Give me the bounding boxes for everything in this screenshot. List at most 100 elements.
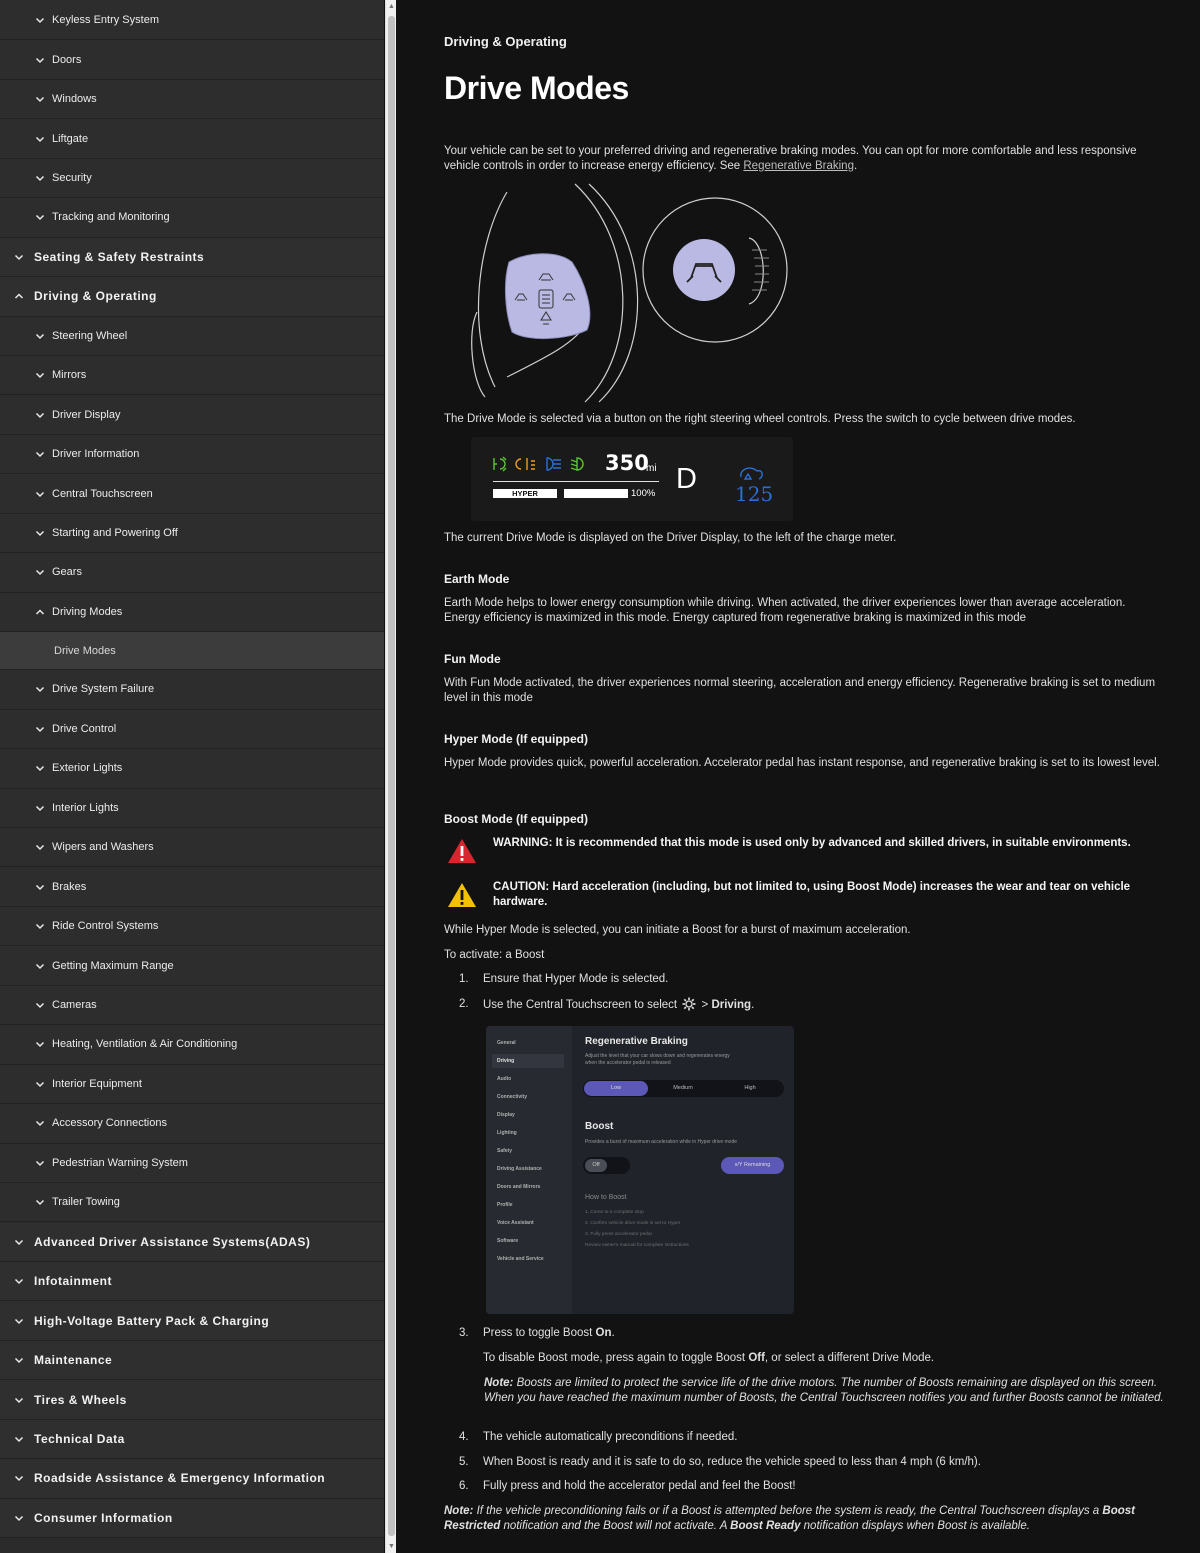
ts-menu-item-safety[interactable]: Safety	[497, 1148, 512, 1154]
chevron-down-icon[interactable]	[35, 1000, 45, 1010]
ts-menu-item-connectivity[interactable]: Connectivity	[497, 1094, 527, 1100]
sidebar-item-interior-lights[interactable]: Interior Lights	[0, 788, 384, 828]
chevron-down-icon[interactable]	[35, 15, 45, 25]
ts-menu-item-display[interactable]: Display	[497, 1112, 515, 1118]
scroll-up-icon[interactable]: ▲	[388, 3, 395, 10]
sidebar-item-pedestrian-warning-system[interactable]: Pedestrian Warning System	[0, 1143, 384, 1184]
sidebar-item-driving-operating[interactable]: Driving & Operating	[0, 277, 384, 317]
chevron-up-icon[interactable]	[35, 607, 45, 617]
sidebar-item-security[interactable]: Security	[0, 158, 384, 199]
sidebar-item-mirrors[interactable]: Mirrors	[0, 356, 384, 396]
ts-menu-item-audio[interactable]: Audio	[497, 1076, 511, 1082]
ts-boost-toggle[interactable]: Off	[583, 1157, 630, 1174]
chevron-down-icon[interactable]	[35, 212, 45, 222]
chevron-down-icon[interactable]	[35, 449, 45, 459]
sidebar-item-consumer-information[interactable]: Consumer Information	[0, 1498, 384, 1539]
chevron-up-icon[interactable]	[14, 291, 24, 301]
sidebar-item-windows[interactable]: Windows	[0, 79, 384, 120]
sidebar-item-trailer-towing[interactable]: Trailer Towing	[0, 1183, 384, 1223]
chevron-down-icon[interactable]	[14, 252, 24, 262]
chevron-down-icon[interactable]	[35, 567, 45, 577]
chevron-down-icon[interactable]	[35, 1197, 45, 1207]
ts-menu-item-vehicle-and-service[interactable]: Vehicle and Service	[497, 1256, 544, 1262]
sidebar-item-accessory-connections[interactable]: Accessory Connections	[0, 1104, 384, 1144]
sidebar-item-tracking-and-monitoring[interactable]: Tracking and Monitoring	[0, 198, 384, 238]
sidebar-item-central-touchscreen[interactable]: Central Touchscreen	[0, 474, 384, 514]
chevron-down-icon[interactable]	[35, 684, 45, 694]
ts-regen-option-high[interactable]: High	[718, 1085, 782, 1091]
chevron-down-icon[interactable]	[14, 1237, 24, 1247]
sidebar-item-infotainment[interactable]: Infotainment	[0, 1262, 384, 1302]
chevron-down-icon[interactable]	[35, 55, 45, 65]
scroll-down-icon[interactable]: ▼	[388, 1543, 395, 1550]
sidebar-item-roadside-assistance-emergency-information[interactable]: Roadside Assistance & Emergency Informat…	[0, 1459, 384, 1499]
sidebar-item-liftgate[interactable]: Liftgate	[0, 119, 384, 159]
sidebar-item-drive-control[interactable]: Drive Control	[0, 709, 384, 750]
breadcrumb[interactable]: Driving & Operating	[444, 34, 567, 49]
ts-menu-item-general[interactable]: General	[497, 1040, 516, 1046]
ts-menu-item-doors-and-mirrors[interactable]: Doors and Mirrors	[497, 1184, 540, 1190]
sidebar-item-starting-and-powering-off[interactable]: Starting and Powering Off	[0, 513, 384, 554]
chevron-down-icon[interactable]	[35, 803, 45, 813]
chevron-down-icon[interactable]	[35, 489, 45, 499]
chevron-down-icon[interactable]	[35, 331, 45, 341]
sidebar-item-doors[interactable]: Doors	[0, 40, 384, 80]
sidebar-item-high-voltage-battery-pack-charging[interactable]: High-Voltage Battery Pack & Charging	[0, 1301, 384, 1341]
chevron-down-icon[interactable]	[35, 1079, 45, 1089]
sidebar-scrollbar[interactable]: ▲ ▼	[385, 0, 396, 1553]
sidebar-item-ride-control-systems[interactable]: Ride Control Systems	[0, 906, 384, 947]
sidebar-item-driver-information[interactable]: Driver Information	[0, 434, 384, 475]
sidebar-item-wipers-and-washers[interactable]: Wipers and Washers	[0, 828, 384, 868]
ts-regen-segmented[interactable]: Low Medium High	[583, 1080, 784, 1097]
ts-menu-item-software[interactable]: Software	[497, 1238, 518, 1244]
sidebar-item-tires-wheels[interactable]: Tires & Wheels	[0, 1380, 384, 1420]
chevron-down-icon[interactable]	[14, 1513, 24, 1523]
regenerative-braking-link[interactable]: Regenerative Braking	[743, 160, 854, 172]
chevron-down-icon[interactable]	[35, 134, 45, 144]
sidebar-item-seating-safety-restraints[interactable]: Seating & Safety Restraints	[0, 237, 384, 278]
sidebar-item-keyless-entry-system[interactable]: Keyless Entry System	[0, 1, 384, 41]
chevron-down-icon[interactable]	[35, 763, 45, 773]
chevron-down-icon[interactable]	[35, 724, 45, 734]
chevron-down-icon[interactable]	[35, 370, 45, 380]
sidebar-item-driver-display[interactable]: Driver Display	[0, 395, 384, 435]
ts-menu-item-driving[interactable]: Driving	[492, 1054, 564, 1068]
chevron-down-icon[interactable]	[35, 410, 45, 420]
chevron-down-icon[interactable]	[35, 842, 45, 852]
chevron-down-icon[interactable]	[14, 1395, 24, 1405]
chevron-down-icon[interactable]	[14, 1355, 24, 1365]
sidebar-item-heating-ventilation-air-conditioning[interactable]: Heating, Ventilation & Air Conditioning	[0, 1025, 384, 1065]
sidebar-item-advanced-driver-assistance-systems-adas[interactable]: Advanced Driver Assistance Systems(ADAS)	[0, 1222, 384, 1262]
ts-regen-option-low[interactable]: Low	[584, 1085, 648, 1091]
chevron-down-icon[interactable]	[35, 1158, 45, 1168]
sidebar-item-gears[interactable]: Gears	[0, 553, 384, 593]
sidebar-item-drive-modes[interactable]: Drive Modes	[0, 632, 384, 671]
sidebar-item-brakes[interactable]: Brakes	[0, 867, 384, 907]
ts-menu-item-lighting[interactable]: Lighting	[497, 1130, 517, 1136]
chevron-down-icon[interactable]	[35, 882, 45, 892]
sidebar-item-getting-maximum-range[interactable]: Getting Maximum Range	[0, 946, 384, 986]
sidebar-item-cameras[interactable]: Cameras	[0, 985, 384, 1026]
ts-menu-item-driving-assistance[interactable]: Driving Assistance	[497, 1166, 542, 1172]
chevron-down-icon[interactable]	[14, 1473, 24, 1483]
chevron-down-icon[interactable]	[35, 921, 45, 931]
ts-menu-item-profile[interactable]: Profile	[497, 1202, 513, 1208]
chevron-down-icon[interactable]	[14, 1276, 24, 1286]
sidebar-item-exterior-lights[interactable]: Exterior Lights	[0, 749, 384, 789]
chevron-down-icon[interactable]	[35, 528, 45, 538]
scroll-thumb[interactable]	[388, 16, 395, 1536]
sidebar-item-interior-equipment[interactable]: Interior Equipment	[0, 1064, 384, 1105]
sidebar-item-driving-modes[interactable]: Driving Modes	[0, 592, 384, 633]
chevron-down-icon[interactable]	[14, 1434, 24, 1444]
chevron-down-icon[interactable]	[14, 1316, 24, 1326]
sidebar-item-steering-wheel[interactable]: Steering Wheel	[0, 316, 384, 356]
sidebar-item-drive-system-failure[interactable]: Drive System Failure	[0, 670, 384, 710]
sidebar-item-technical-data[interactable]: Technical Data	[0, 1419, 384, 1460]
sidebar-item-maintenance[interactable]: Maintenance	[0, 1340, 384, 1381]
chevron-down-icon[interactable]	[35, 94, 45, 104]
chevron-down-icon[interactable]	[35, 1039, 45, 1049]
chevron-down-icon[interactable]	[35, 961, 45, 971]
chevron-down-icon[interactable]	[35, 1118, 45, 1128]
ts-menu-item-voice-assistant[interactable]: Voice Assistant	[497, 1220, 534, 1226]
ts-regen-option-medium[interactable]: Medium	[651, 1085, 715, 1091]
